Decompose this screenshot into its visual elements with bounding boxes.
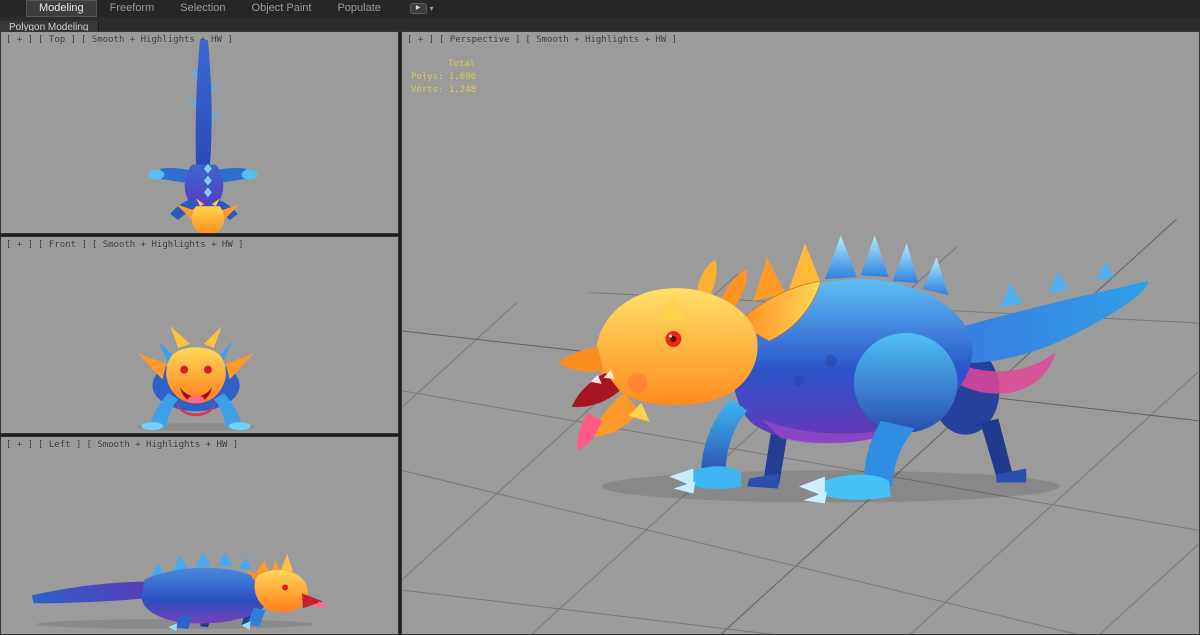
ribbon-tab-selection[interactable]: Selection: [167, 0, 238, 17]
ribbon-tab-populate[interactable]: Populate: [324, 0, 393, 17]
viewport-perspective-canvas[interactable]: [402, 32, 1199, 634]
ribbon-tab-bar: Modeling Freeform Selection Object Paint…: [0, 0, 1200, 17]
stats-verts: Verts: 1,248: [411, 85, 477, 95]
viewport-plus-menu[interactable]: [ + ]: [6, 35, 33, 45]
viewport-top-canvas[interactable]: [1, 32, 398, 233]
ribbon-tab-modeling[interactable]: Modeling: [26, 0, 97, 17]
ribbon-display-toggle[interactable]: ▶ ▾: [409, 0, 434, 17]
stats-polys: Polys: 1,696: [411, 72, 477, 82]
viewport-name-menu[interactable]: [ Top ]: [38, 35, 76, 45]
viewport-front[interactable]: [ + ] [ Front ] [ Smooth + Highlights + …: [0, 236, 399, 434]
stats-total-label: Total: [448, 59, 476, 69]
viewport-name-menu[interactable]: [ Perspective ]: [439, 35, 520, 45]
viewport-left-canvas[interactable]: [1, 437, 398, 634]
creature-model-left[interactable]: [31, 551, 329, 632]
caret-down-icon: ▾: [429, 4, 434, 13]
viewport-perspective[interactable]: [ + ] [ Perspective ] [ Smooth + Highlig…: [401, 31, 1200, 635]
creature-model-front[interactable]: [136, 326, 256, 432]
ribbon-panel-row: Polygon Modeling: [0, 17, 1200, 35]
ribbon-tab-object-paint[interactable]: Object Paint: [239, 0, 325, 17]
ribbon-tab-freeform[interactable]: Freeform: [97, 0, 168, 17]
viewport-plus-menu[interactable]: [ + ]: [6, 440, 33, 450]
statistics-overlay: Total Polys: 1,696 Verts: 1,248: [411, 58, 476, 97]
viewport-left[interactable]: [ + ] [ Left ] [ Smooth + Highlights + H…: [0, 436, 399, 635]
viewport-plus-menu[interactable]: [ + ]: [6, 240, 33, 250]
viewport-left-label: [ + ] [ Left ] [ Smooth + Highlights + H…: [6, 440, 238, 450]
viewport-shading-menu[interactable]: [ Smooth + Highlights + HW ]: [81, 35, 233, 45]
viewport-top-label: [ + ] [ Top ] [ Smooth + Highlights + HW…: [6, 35, 233, 45]
application-window: Modeling Freeform Selection Object Paint…: [0, 0, 1200, 635]
viewport-front-label: [ + ] [ Front ] [ Smooth + Highlights + …: [6, 240, 244, 250]
viewport-shading-menu[interactable]: [ Smooth + Highlights + HW ]: [86, 440, 238, 450]
viewport-top[interactable]: [ + ] [ Top ] [ Smooth + Highlights + HW…: [0, 31, 399, 234]
viewport-plus-menu[interactable]: [ + ]: [407, 35, 434, 45]
viewport-shading-menu[interactable]: [ Smooth + Highlights + HW ]: [92, 240, 244, 250]
viewport-perspective-label: [ + ] [ Perspective ] [ Smooth + Highlig…: [407, 35, 677, 45]
play-icon: ▶: [409, 3, 427, 14]
viewport-name-menu[interactable]: [ Front ]: [38, 240, 87, 250]
viewport-name-menu[interactable]: [ Left ]: [38, 440, 81, 450]
viewport-front-canvas[interactable]: [1, 237, 398, 433]
creature-model[interactable]: [557, 235, 1149, 504]
creature-model-top[interactable]: [148, 39, 258, 233]
viewport-shading-menu[interactable]: [ Smooth + Highlights + HW ]: [525, 35, 677, 45]
